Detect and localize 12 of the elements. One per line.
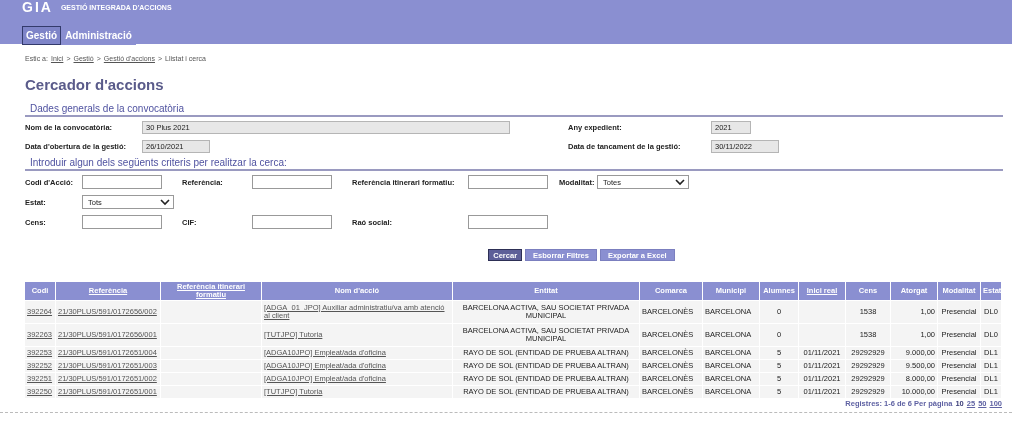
- section-heading: Introduir algun dels següents criteris per realitzar la cerca:: [25, 157, 1003, 171]
- chevron-down-icon: [160, 198, 170, 206]
- input-field[interactable]: [468, 215, 548, 229]
- input-field[interactable]: [252, 175, 332, 189]
- chevron-down-icon: [675, 178, 685, 186]
- input-field[interactable]: [82, 215, 162, 229]
- page-title: Cercador d'accions: [25, 76, 165, 93]
- section-heading: Dades generals de la convocatòria: [25, 103, 1003, 117]
- input-field[interactable]: [252, 215, 332, 229]
- input-field[interactable]: [82, 175, 162, 189]
- input-field[interactable]: [468, 175, 548, 189]
- logo-text: GIA: [22, 0, 53, 14]
